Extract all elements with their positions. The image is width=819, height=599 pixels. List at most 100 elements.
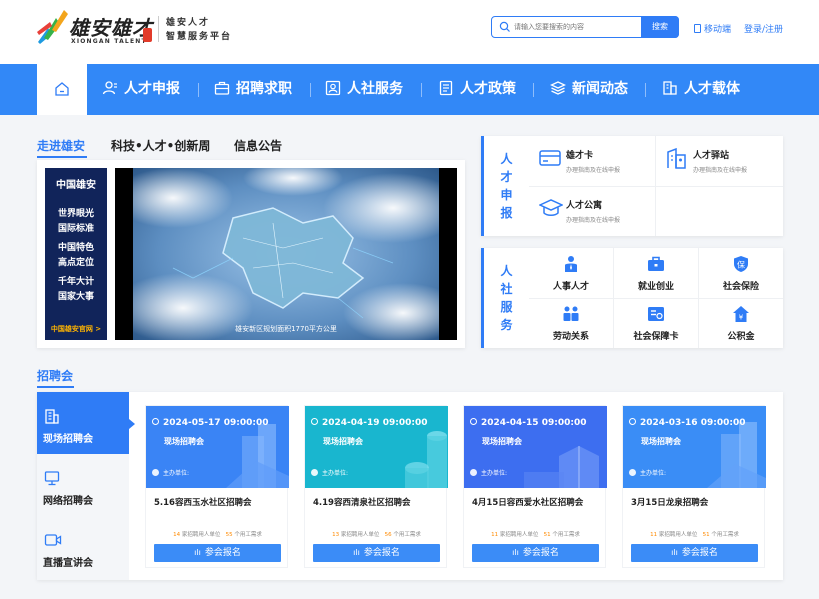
apply-item-talent-station[interactable]: 人才驿站 办理指南及在线申报 (656, 136, 782, 184)
shield-icon: 保 (734, 256, 748, 272)
job-fair-card[interactable]: 2024-04-15 09:00:00 现场招聘会 主办单位: 4月15日容西爱… (463, 405, 607, 568)
service-employment[interactable]: 就业创业 (614, 248, 698, 298)
fair-host: 主办单位: (470, 468, 507, 477)
vertical-char: 服 (500, 300, 513, 314)
fair-apply-button[interactable]: ılı 参会报名 (631, 544, 758, 562)
clock-icon (470, 418, 477, 425)
social-service-label: 人 社 服 务 (481, 248, 529, 348)
xiongan-official-banner[interactable]: 中国雄安 世界眼光 国际标准 中国特色 高点定位 千年大计 国家大事 中国雄安官… (45, 168, 107, 340)
apply-item-desc: 办理指南及在线申报 (566, 167, 621, 174)
fair-tab-label: 网络招聘会 (43, 496, 93, 507)
search-button[interactable]: 搜索 (641, 16, 679, 38)
fair-date: 2024-03-16 09:00:00 (629, 418, 745, 428)
fair-host-label: 主办单位: (163, 470, 190, 477)
login-register-link[interactable]: 登录/注册 (744, 22, 783, 35)
logo-chinese-name: 雄安雄才 (69, 16, 153, 40)
service-personnel[interactable]: 人事人才 (529, 248, 613, 298)
apply-item-talent-apartment[interactable]: 人才公寓 办理指南及在线申报 (529, 186, 655, 234)
fair-stats: 13 家招聘用人单位 56 个用工需求 (305, 530, 448, 538)
tab-xiongan[interactable]: 走进雄安 (37, 137, 85, 154)
talent-apply-panel: 人 才 申 报 雄才卡 办理指南及在线申报 人才驿站 办理指南及在线申报 人才公… (481, 136, 783, 236)
apply-item-title: 人才公寓 (566, 201, 603, 211)
fair-unit-count: 11 (650, 532, 658, 538)
tab-announcements[interactable]: 信息公告 (234, 137, 282, 154)
fair-unit-count: 13 (332, 532, 340, 538)
phone-icon (694, 24, 701, 33)
fair-title: 4月15日容西爱水社区招聘会 (472, 498, 584, 508)
fair-job-label: 个用工需求 (393, 532, 421, 538)
fair-card-banner: 2024-04-19 09:00:00 现场招聘会 主办单位: (305, 406, 448, 488)
building-icon (45, 409, 59, 424)
personnel-icon (565, 256, 577, 272)
building-icon (663, 81, 677, 95)
nav-item-news[interactable]: 新闻动态 (549, 64, 628, 115)
service-title: 人事人才 (552, 282, 589, 292)
service-social-security-card[interactable]: 社会保障卡 (614, 298, 698, 348)
nav-label: 新闻动态 (572, 81, 628, 97)
tab-onsite-fair[interactable]: 现场招聘会 (37, 392, 135, 454)
service-social-insurance[interactable]: 保 社会保险 (699, 248, 783, 298)
nav-item-talent-apply[interactable]: 人才申报 (102, 64, 180, 115)
fair-card-banner: 2024-03-16 09:00:00 现场招聘会 主办单位: (623, 406, 766, 488)
host-icon (470, 469, 477, 476)
apply-item-title: 人才驿站 (693, 151, 730, 161)
job-fair-card[interactable]: 2024-03-16 09:00:00 现场招聘会 主办单位: 3月15日龙泉招… (622, 405, 766, 568)
people-icon (563, 306, 579, 321)
banner-official-link[interactable]: 中国雄安官网 > (45, 324, 107, 334)
job-fair-card[interactable]: 2024-04-19 09:00:00 现场招聘会 主办单位: 4.19容西清泉… (304, 405, 448, 568)
fair-apply-button[interactable]: ılı 参会报名 (154, 544, 281, 562)
logo-english-name: XIONGAN TALENT (71, 38, 147, 45)
service-housing-fund[interactable]: ¥ 公积金 (699, 298, 783, 348)
tab-online-fair[interactable]: 网络招聘会 (37, 454, 129, 516)
nav-label: 人才申报 (124, 81, 180, 97)
nav-item-carrier[interactable]: 人才载体 (662, 64, 740, 115)
job-fair-heading: 招聘会 (37, 369, 74, 383)
logo-subtitle-2: 智慧服务平台 (166, 32, 233, 42)
banner-line: 千年大计 (57, 277, 94, 287)
fair-type: 现场招聘会 (641, 437, 681, 446)
id-card-icon (325, 80, 341, 96)
card-icon (539, 150, 561, 166)
logo-seal-icon (143, 28, 152, 42)
service-title: 就业创业 (637, 282, 674, 292)
tab-tech-talent-week[interactable]: 科技•人才•创新周 (111, 137, 210, 154)
vertical-char: 申 (500, 188, 513, 202)
bar-chart-icon: ılı (353, 548, 360, 557)
fair-apply-button[interactable]: ılı 参会报名 (313, 544, 440, 562)
tab-live-presentation[interactable]: 直播宣讲会 (37, 516, 129, 578)
active-tab-indicator (37, 156, 87, 158)
nav-home[interactable] (37, 64, 87, 115)
video-caption: 雄安新区规划面积1770平方公里 (235, 325, 337, 333)
clock-icon (629, 418, 636, 425)
fair-job-count: 51 (543, 532, 551, 538)
fair-apply-label: 参会报名 (681, 548, 718, 558)
fair-date: 2024-05-17 09:00:00 (152, 418, 268, 428)
fair-tab-label: 直播宣讲会 (43, 558, 93, 569)
apply-item-xiongcai-card[interactable]: 雄才卡 办理指南及在线申报 (529, 136, 655, 184)
service-labor-relations[interactable]: 劳动关系 (529, 298, 613, 348)
fair-tab-label: 现场招聘会 (43, 434, 93, 445)
nav-item-policy[interactable]: 人才政策 (438, 64, 516, 115)
site-header: 雄安雄才 XIONGAN TALENT 雄安人才 智慧服务平台 搜索 移动端 登… (0, 0, 819, 64)
site-logo[interactable]: 雄安雄才 XIONGAN TALENT 雄安人才 智慧服务平台 (36, 8, 246, 48)
logo-mark-icon (37, 10, 68, 44)
fair-unit-count: 11 (491, 532, 499, 538)
bar-chart-icon: ılı (671, 548, 678, 557)
fair-stats: 11 家招聘用人单位 51 个用工需求 (464, 530, 607, 538)
nav-divider (645, 83, 646, 97)
mobile-link[interactable]: 移动端 (694, 22, 731, 35)
search-input[interactable] (514, 19, 636, 35)
job-fair-card[interactable]: 2024-05-17 09:00:00 现场招聘会 主办单位: 5.16容西玉水… (145, 405, 289, 568)
nav-item-social-service[interactable]: 人社服务 (325, 64, 403, 115)
intro-video[interactable]: 雄安新区规划面积1770平方公里 (115, 168, 457, 340)
fair-date-text: 2024-04-15 09:00:00 (481, 418, 587, 428)
fair-host-label: 主办单位: (481, 470, 508, 477)
fair-job-label: 个用工需求 (552, 532, 580, 538)
job-fair-sidebar: 现场招聘会 网络招聘会 直播宣讲会 (37, 392, 135, 580)
fair-apply-button[interactable]: ılı 参会报名 (472, 544, 599, 562)
nav-label: 人才政策 (460, 81, 516, 97)
nav-item-recruit[interactable]: 招聘求职 (214, 64, 292, 115)
home-icon (55, 82, 69, 96)
nav-label: 人才载体 (684, 81, 740, 97)
fair-apply-label: 参会报名 (204, 548, 241, 558)
